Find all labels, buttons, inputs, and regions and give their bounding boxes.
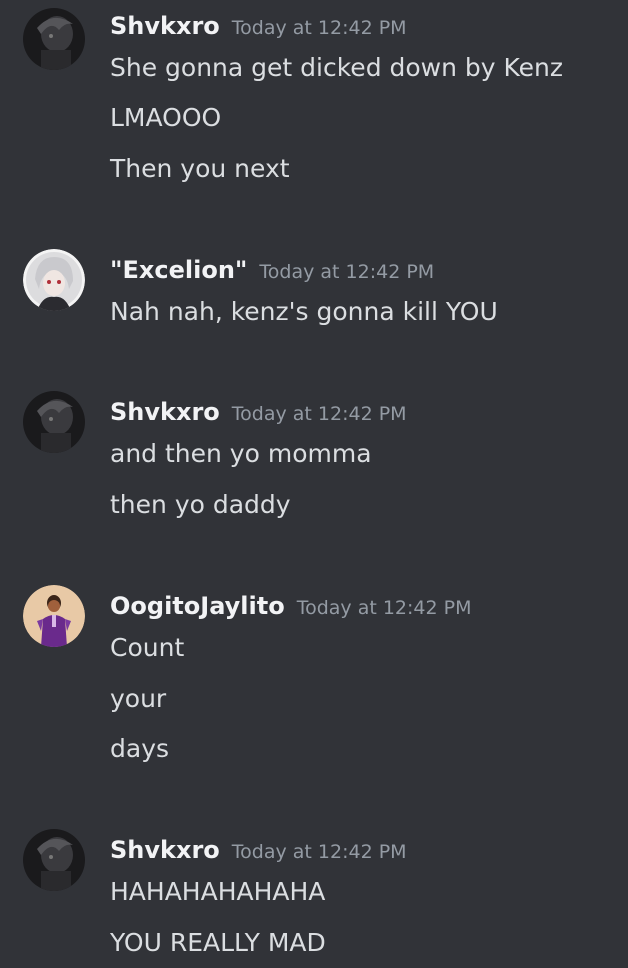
username[interactable]: Shvkxro xyxy=(110,836,220,864)
avatar[interactable] xyxy=(23,391,85,453)
white-haired-anime-avatar-icon xyxy=(23,249,85,311)
avatar[interactable] xyxy=(23,829,85,891)
timestamp: Today at 12:42 PM xyxy=(231,403,407,425)
message-text: LMAOOO xyxy=(110,103,222,132)
message-text: Count xyxy=(110,633,185,662)
avatar[interactable] xyxy=(23,249,85,311)
message-header: Shvkxro Today at 12:42 PM xyxy=(110,394,407,430)
dark-grayscale-avatar-icon xyxy=(23,829,85,891)
username[interactable]: Shvkxro xyxy=(110,12,220,40)
timestamp: Today at 12:42 PM xyxy=(231,841,407,863)
message-header: Shvkxro Today at 12:42 PM xyxy=(110,832,407,868)
message-text: Nah nah, kenz's gonna kill YOU xyxy=(110,297,498,326)
purple-suit-figure-avatar-icon xyxy=(23,585,85,647)
message-text: HAHAHAHAHAHA xyxy=(110,877,326,906)
timestamp: Today at 12:42 PM xyxy=(259,261,435,283)
message-text: then yo daddy xyxy=(110,490,291,519)
message-text: days xyxy=(110,734,170,763)
username[interactable]: "Excelion" xyxy=(110,256,247,284)
dark-grayscale-avatar-icon xyxy=(23,8,85,70)
message-text: YOU REALLY MAD xyxy=(110,928,326,957)
message-text: and then yo momma xyxy=(110,439,372,468)
username[interactable]: Shvkxro xyxy=(110,398,220,426)
username[interactable]: OogitoJaylito xyxy=(110,592,285,620)
message-header: Shvkxro Today at 12:42 PM xyxy=(110,8,407,44)
timestamp: Today at 12:42 PM xyxy=(231,17,407,39)
message-text: She gonna get dicked down by Kenz xyxy=(110,53,564,82)
timestamp: Today at 12:42 PM xyxy=(296,597,472,619)
message-text: Then you next xyxy=(110,154,290,183)
avatar[interactable] xyxy=(23,585,85,647)
message-header: "Excelion" Today at 12:42 PM xyxy=(110,252,434,288)
dark-grayscale-avatar-icon xyxy=(23,391,85,453)
message-text: your xyxy=(110,684,167,713)
message-header: OogitoJaylito Today at 12:42 PM xyxy=(110,588,471,624)
avatar[interactable] xyxy=(23,8,85,70)
